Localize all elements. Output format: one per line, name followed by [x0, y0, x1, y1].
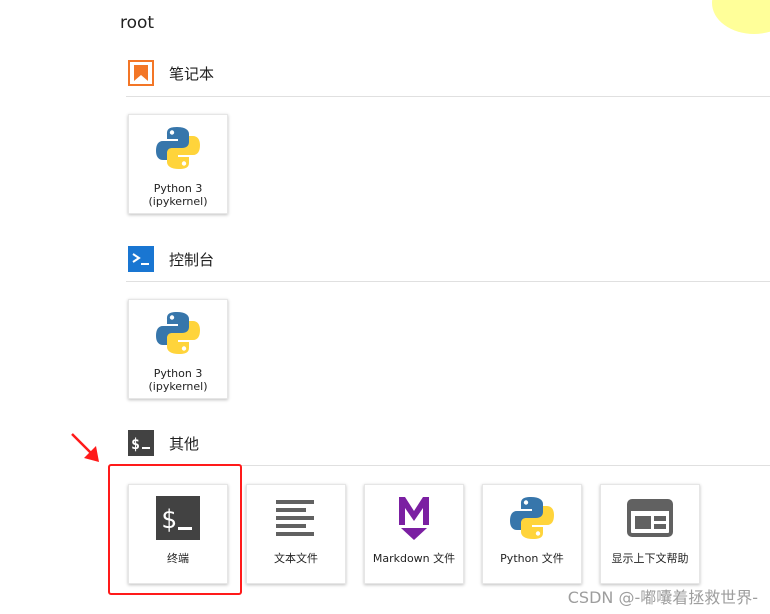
section-label-console: 控制台 — [169, 250, 215, 269]
watermark: CSDN @-嘟囔着拯救世界- — [567, 588, 758, 607]
terminal-icon: $ — [128, 430, 154, 456]
launcher-card-text-file[interactable]: 文本文件 — [246, 484, 346, 584]
markdown-icon — [365, 495, 463, 541]
directory-title: root — [120, 13, 155, 33]
section-header-console: 控制台 — [128, 246, 214, 272]
section-label-other: 其他 — [169, 434, 200, 453]
launcher-card-context-help[interactable]: 显示上下文帮助 — [600, 484, 700, 584]
section-header-other: $ 其他 — [128, 430, 199, 456]
console-prompt-icon — [128, 246, 154, 272]
card-label: 显示上下文帮助 — [611, 552, 689, 565]
card-label: 文本文件 — [274, 552, 318, 565]
section-header-notebook: 笔记本 — [128, 60, 214, 86]
python-logo-icon — [129, 125, 227, 171]
card-label: Python 3 (ipykernel) — [148, 182, 208, 208]
section-label-notebook: 笔记本 — [169, 64, 215, 83]
launcher-card-console-python3[interactable]: Python 3 (ipykernel) — [128, 299, 228, 399]
python-logo-icon — [129, 310, 227, 356]
decorative-blob — [712, 0, 770, 34]
context-help-icon — [601, 495, 699, 541]
launcher-card-notebook-python3[interactable]: Python 3 (ipykernel) — [128, 114, 228, 214]
text-file-icon — [247, 495, 345, 541]
section-divider — [126, 281, 770, 282]
card-label: Markdown 文件 — [372, 552, 456, 565]
launcher-card-python-file[interactable]: Python 文件 — [482, 484, 582, 584]
bookmark-icon — [128, 60, 154, 86]
card-label: Python 文件 — [500, 552, 564, 565]
annotation-arrow-icon — [71, 433, 99, 462]
python-logo-icon — [483, 495, 581, 541]
section-divider — [126, 96, 770, 97]
launcher-card-markdown[interactable]: Markdown 文件 — [364, 484, 464, 584]
svg-text:$: $ — [131, 435, 140, 453]
annotation-highlight-box — [108, 464, 242, 595]
card-label: Python 3 (ipykernel) — [148, 367, 208, 393]
